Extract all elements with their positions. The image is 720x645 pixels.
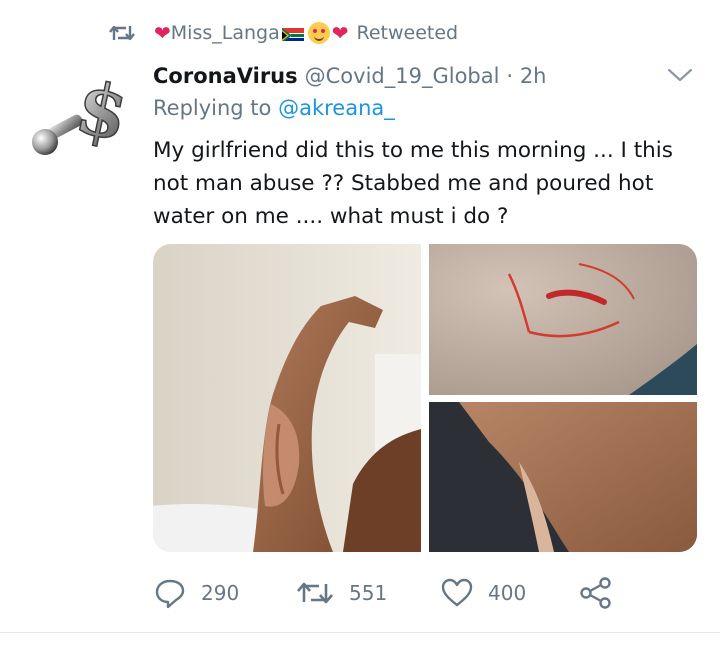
reply-button[interactable]: 290 bbox=[153, 572, 239, 614]
tweet-media-grid bbox=[153, 244, 697, 552]
retweeted-by-row: ❤ Miss_Langa ❤ Retweeted bbox=[108, 18, 458, 48]
display-name[interactable]: CoronaVirus bbox=[153, 64, 298, 88]
avatar[interactable]: $ bbox=[28, 72, 133, 172]
like-button[interactable]: 400 bbox=[440, 572, 526, 614]
media-photo-arm[interactable] bbox=[153, 244, 421, 552]
retweet-button[interactable]: 551 bbox=[295, 572, 387, 614]
reply-mention-link[interactable]: @akreana_ bbox=[278, 96, 395, 120]
tweet-timestamp[interactable]: · 2h bbox=[506, 64, 546, 88]
replying-to: Replying to @akreana_ bbox=[153, 96, 395, 120]
tweet-text: My girlfriend did this to me this mornin… bbox=[153, 138, 673, 229]
reply-icon bbox=[155, 579, 185, 609]
heart-emoji: ❤ bbox=[331, 21, 349, 45]
smiling-face-with-hearts-icon bbox=[307, 22, 330, 44]
retweeter-name[interactable]: Miss_Langa bbox=[171, 22, 280, 44]
like-count: 400 bbox=[488, 581, 527, 605]
tweet-divider bbox=[0, 632, 720, 633]
tweet-actions: 290 551 400 bbox=[153, 572, 713, 614]
reply-count: 290 bbox=[201, 581, 240, 605]
share-button[interactable] bbox=[579, 572, 627, 614]
retweet-count: 551 bbox=[349, 581, 388, 605]
retweet-icon bbox=[297, 582, 333, 604]
media-photo-cut[interactable] bbox=[429, 244, 697, 395]
heart-emoji: ❤ bbox=[154, 21, 171, 45]
media-photo-shoulder[interactable] bbox=[429, 402, 697, 552]
south-africa-flag-icon bbox=[281, 26, 304, 41]
replying-to-prefix: Replying to bbox=[153, 96, 279, 120]
share-icon bbox=[580, 577, 611, 609]
tweet-header: CoronaVirus @Covid_19_Global · 2h bbox=[153, 60, 547, 92]
user-handle[interactable]: @Covid_19_Global bbox=[305, 64, 500, 88]
caret-down-icon[interactable] bbox=[665, 64, 695, 86]
retweeted-label: Retweeted bbox=[356, 22, 459, 44]
like-icon bbox=[441, 578, 473, 607]
svg-text:$: $ bbox=[69, 72, 133, 157]
retweet-icon bbox=[109, 25, 135, 41]
